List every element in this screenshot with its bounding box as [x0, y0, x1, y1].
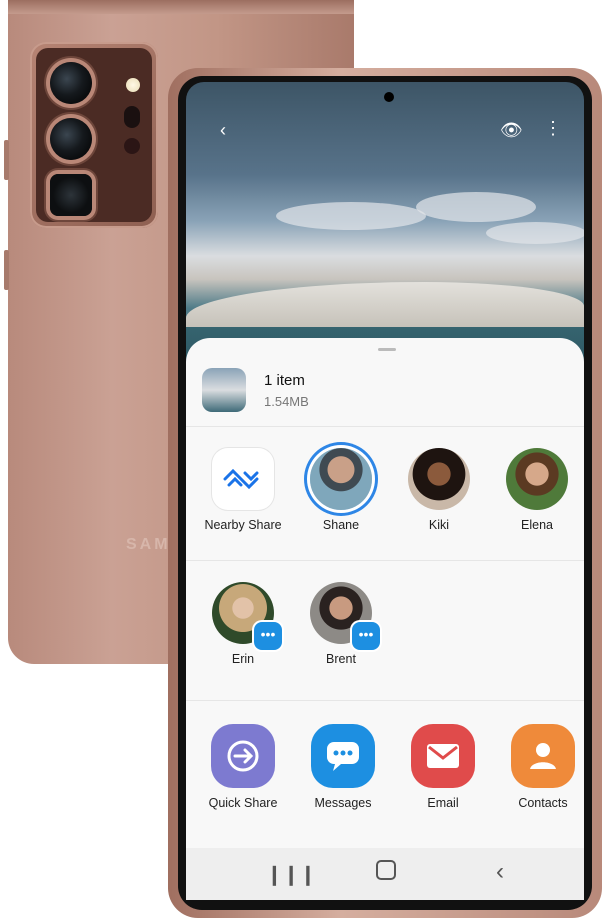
app-quick-share[interactable]: Quick Share: [198, 724, 288, 810]
contact-name: Shane: [322, 518, 360, 532]
contact-name: Brent: [326, 652, 356, 666]
contact-name: Elena: [521, 518, 553, 532]
sensor-icon: [124, 106, 140, 128]
email-icon: [411, 724, 475, 788]
photo-preview: [186, 82, 584, 372]
share-sheet: 1 item 1.54MB Nearby Share Shane Kiki El…: [186, 338, 584, 848]
avatar: [408, 448, 470, 510]
app-contacts[interactable]: Contacts: [498, 724, 588, 810]
navigation-bar: ❙❙❙ ‹: [186, 848, 584, 900]
shared-item-thumbnail: [202, 368, 246, 412]
app-label: Messages: [314, 796, 372, 810]
shared-item-size: 1.54MB: [264, 394, 309, 409]
sensor-icon: [124, 138, 140, 154]
app-label: Email: [427, 796, 459, 810]
home-icon[interactable]: [376, 860, 396, 880]
avatar: •••: [310, 582, 380, 650]
phone-top-rim: [8, 0, 354, 14]
nearby-share-target[interactable]: Nearby Share: [198, 448, 288, 532]
screen: ‹ 👁 ⋮ 1 item 1.54MB Nearby Share Shane K…: [178, 76, 592, 910]
side-button: [4, 250, 9, 290]
contact-target-erin[interactable]: ••• Erin: [198, 582, 288, 666]
contact-target-kiki[interactable]: Kiki: [394, 448, 484, 532]
nearby-share-icon: [212, 448, 274, 510]
front-camera-icon: [384, 92, 394, 102]
back-icon[interactable]: ‹: [220, 120, 226, 141]
contact-target-brent[interactable]: ••• Brent: [296, 582, 386, 666]
side-button: [4, 140, 9, 180]
messages-badge-icon: •••: [254, 622, 282, 650]
more-options-icon[interactable]: ⋮: [544, 118, 562, 139]
camera-lens-icon: [50, 62, 92, 104]
avatar: [506, 448, 568, 510]
quick-share-icon: [211, 724, 275, 788]
camera-lens-icon: [50, 118, 92, 160]
back-nav-icon[interactable]: ‹: [496, 858, 504, 886]
app-label: Quick Share: [208, 796, 278, 810]
periscope-lens-icon: [50, 174, 92, 216]
front-phone: ‹ 👁 ⋮ 1 item 1.54MB Nearby Share Shane K…: [168, 68, 602, 918]
contact-target-elena[interactable]: Elena: [492, 448, 582, 532]
app-label: Contacts: [518, 796, 568, 810]
avatar: [310, 448, 372, 510]
app-messages[interactable]: Messages: [298, 724, 388, 810]
contacts-icon: [511, 724, 575, 788]
recent-apps-icon[interactable]: ❙❙❙: [266, 862, 316, 887]
contact-name: Kiki: [428, 518, 450, 532]
contact-target-shane[interactable]: Shane: [296, 448, 386, 532]
contact-name: Erin: [231, 652, 255, 666]
camera-module: [30, 42, 158, 228]
nearby-share-label: Nearby Share: [204, 518, 282, 532]
messages-icon: [311, 724, 375, 788]
flash-icon: [126, 78, 140, 92]
eye-icon[interactable]: 👁: [500, 120, 523, 141]
avatar: •••: [212, 582, 282, 650]
sheet-drag-handle[interactable]: [378, 348, 396, 351]
messages-badge-icon: •••: [352, 622, 380, 650]
app-email[interactable]: Email: [398, 724, 488, 810]
shared-item-count: 1 item: [264, 372, 305, 389]
